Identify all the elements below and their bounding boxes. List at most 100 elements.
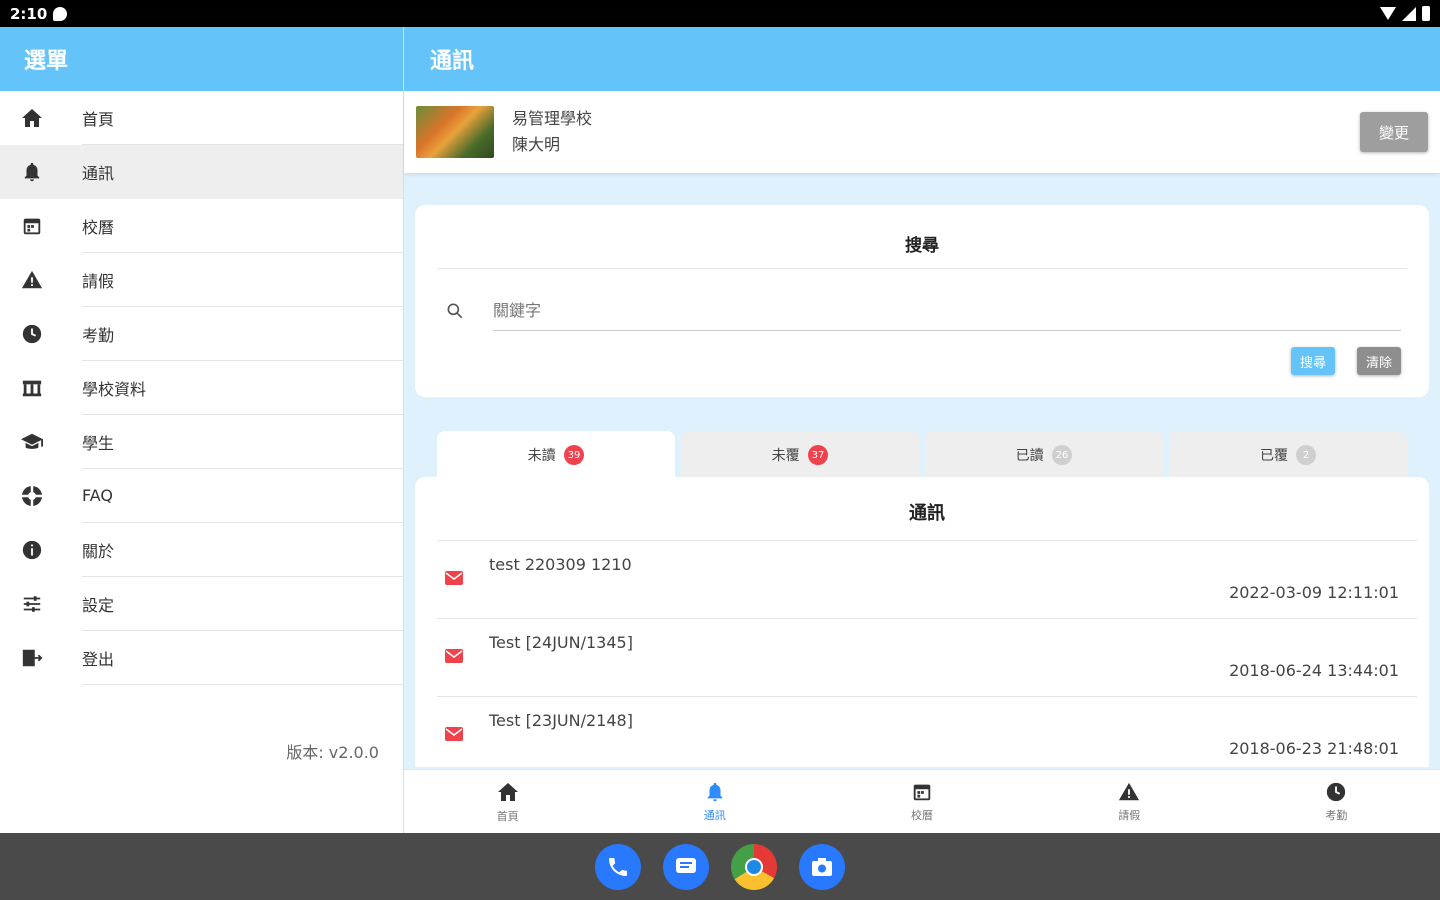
drawer-menu: 首頁 通訊 校曆 請假 考勤 學校資料 學生 FAQ 關於 設定 登出 — [0, 91, 403, 685]
chrome-app-button[interactable] — [731, 843, 777, 890]
phone-app-button[interactable] — [595, 843, 641, 890]
tab-unread[interactable]: 未讀 39 — [437, 431, 675, 479]
search-input[interactable] — [493, 291, 1401, 331]
count-badge: 2 — [1296, 445, 1316, 465]
menu-item-label: 設定 — [82, 577, 403, 631]
info-icon — [22, 540, 42, 560]
bottom-nav-leave[interactable]: 請假 — [1026, 770, 1233, 833]
envelope-icon — [445, 649, 463, 663]
message-date: 2022-03-09 12:11:01 — [1229, 583, 1399, 602]
user-name: 陳大明 — [512, 135, 561, 154]
battery-icon — [1422, 6, 1430, 21]
list-item[interactable]: Test [23JUN/2148] 2018-06-23 21:48:01 — [437, 697, 1417, 767]
clock-icon — [1327, 782, 1346, 801]
chat-icon — [676, 857, 696, 873]
message-notification-icon — [53, 6, 68, 21]
menu-item-label: 學校資料 — [82, 361, 403, 415]
search-card: 搜尋 搜尋 清除 — [415, 205, 1429, 397]
bottom-navigation: 首頁 通訊 校曆 請假 考勤 — [404, 769, 1440, 833]
menu-item-faq[interactable]: FAQ — [0, 469, 403, 523]
count-badge: 37 — [807, 445, 829, 465]
status-time: 2:10 — [10, 4, 48, 23]
bell-icon — [24, 162, 40, 182]
user-bar: 易管理學校 陳大明 變更 — [404, 91, 1440, 173]
change-user-button[interactable]: 變更 — [1360, 112, 1428, 152]
menu-item-about[interactable]: 關於 — [0, 523, 403, 577]
tab-unreplied[interactable]: 未覆 37 — [681, 431, 919, 479]
menu-item-messages[interactable]: 通訊 — [0, 145, 403, 199]
bottom-nav-calendar[interactable]: 校曆 — [818, 770, 1025, 833]
search-icon — [447, 303, 463, 319]
menu-item-leave[interactable]: 請假 — [0, 253, 403, 307]
menu-item-home[interactable]: 首頁 — [0, 91, 403, 145]
tab-read[interactable]: 已讀 26 — [925, 431, 1163, 479]
drawer-title: 選單 — [0, 27, 403, 91]
list-item[interactable]: test 220309 1210 2022-03-09 12:11:01 — [437, 541, 1417, 619]
menu-item-label: FAQ — [82, 469, 403, 523]
menu-item-label: 登出 — [82, 631, 403, 685]
home-icon — [22, 109, 42, 127]
menu-item-logout[interactable]: 登出 — [0, 631, 403, 685]
school-name: 易管理學校 — [512, 109, 593, 128]
list-item[interactable]: Test [24JUN/1345] 2018-06-24 13:44:01 — [437, 619, 1417, 697]
calendar-icon — [913, 784, 931, 800]
bottom-nav-attendance[interactable]: 考勤 — [1233, 770, 1440, 833]
bottom-nav-home[interactable]: 首頁 — [404, 770, 611, 833]
message-date: 2018-06-23 21:48:01 — [1229, 739, 1399, 758]
app-version: 版本: v2.0.0 — [286, 743, 379, 762]
clear-button[interactable]: 清除 — [1357, 347, 1401, 375]
menu-item-calendar[interactable]: 校曆 — [0, 199, 403, 253]
home-icon — [497, 782, 518, 801]
status-bar: 2:10 — [0, 0, 1440, 27]
envelope-icon — [445, 727, 463, 741]
menu-item-label: 學生 — [82, 415, 403, 469]
navigation-drawer: 選單 首頁 通訊 校曆 請假 考勤 學校資料 學生 FAQ 關於 設定 登出 版… — [0, 27, 404, 833]
envelope-icon — [445, 571, 463, 585]
message-title: Test [24JUN/1345] — [489, 633, 633, 652]
menu-item-label: 請假 — [82, 253, 403, 307]
count-badge: 26 — [1051, 445, 1073, 465]
school-icon — [22, 380, 42, 397]
system-dock — [0, 833, 1440, 900]
main-panel: 通訊 易管理學校 陳大明 變更 搜尋 搜尋 清除 未讀 39 未覆 37 已讀 26 … — [404, 27, 1440, 833]
tab-label: 已覆 — [1260, 448, 1288, 464]
message-list-card: 通訊 test 220309 1210 2022-03-09 12:11:01 … — [415, 477, 1429, 767]
search-title: 搜尋 — [437, 205, 1407, 269]
menu-item-settings[interactable]: 設定 — [0, 577, 403, 631]
calendar-icon — [23, 218, 41, 235]
camera-app-button[interactable] — [799, 843, 845, 890]
phone-icon — [609, 857, 627, 876]
bell-icon — [707, 782, 723, 801]
menu-item-label: 校曆 — [82, 199, 403, 253]
search-button[interactable]: 搜尋 — [1291, 347, 1335, 375]
warning-icon — [21, 270, 43, 289]
bottom-nav-label: 首頁 — [496, 809, 519, 823]
chrome-icon — [745, 857, 763, 876]
messages-app-button[interactable] — [663, 843, 709, 890]
tab-label: 已讀 — [1015, 448, 1044, 464]
clock-icon — [22, 324, 42, 344]
menu-item-students[interactable]: 學生 — [0, 415, 403, 469]
menu-item-school-info[interactable]: 學校資料 — [0, 361, 403, 415]
message-list-title: 通訊 — [437, 477, 1417, 541]
warning-icon — [1119, 782, 1140, 800]
tab-label: 未覆 — [771, 448, 800, 464]
tab-label: 未讀 — [527, 448, 556, 464]
logout-icon — [22, 649, 43, 667]
message-date: 2018-06-24 13:44:01 — [1229, 661, 1399, 680]
menu-item-attendance[interactable]: 考勤 — [0, 307, 403, 361]
menu-item-label: 首頁 — [82, 91, 403, 145]
bottom-nav-messages[interactable]: 通訊 — [611, 770, 818, 833]
menu-item-label: 關於 — [82, 523, 403, 577]
count-badge: 39 — [563, 445, 585, 465]
wifi-icon — [1380, 7, 1396, 20]
message-tabs: 未讀 39 未覆 37 已讀 26 已覆 2 — [437, 431, 1407, 479]
tab-replied[interactable]: 已覆 2 — [1169, 431, 1407, 479]
bottom-nav-label: 通訊 — [703, 808, 726, 822]
school-photo — [416, 106, 494, 158]
message-title: test 220309 1210 — [489, 555, 632, 574]
menu-item-label: 考勤 — [82, 307, 403, 361]
camera-icon — [812, 857, 832, 876]
sliders-icon — [23, 596, 41, 612]
page-title: 通訊 — [404, 27, 1440, 91]
